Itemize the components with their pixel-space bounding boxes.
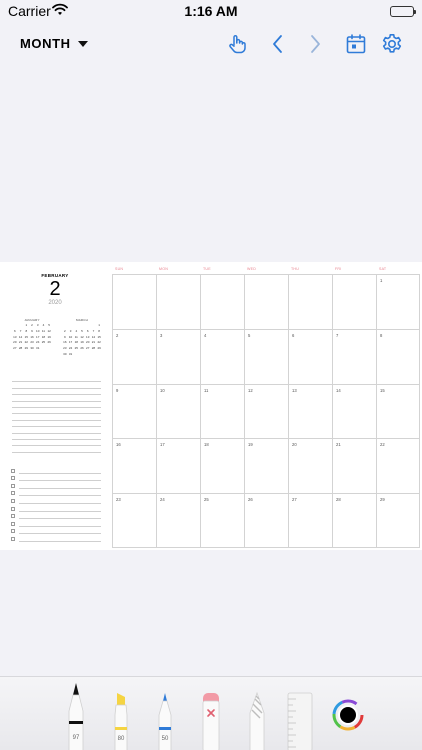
mini-calendar-day[interactable]: 8 — [96, 329, 102, 333]
todo-line — [19, 519, 101, 527]
todo-checkbox[interactable] — [11, 468, 15, 473]
mini-calendar-previous[interactable]: JANUARY 1 2 3 4 5 6 7 8 9 10 11 12 13 14 15 16 17 18 19 20 2… — [12, 318, 52, 350]
fineliner-size-label: 50 — [161, 736, 169, 742]
day-number: 2 — [49, 278, 61, 300]
mini-calendar-previous-title: JANUARY — [24, 318, 40, 322]
month-grid-border — [112, 274, 420, 548]
planner-sidebar: FEBRUARY 2 2020 JANUARY 1 2 3 4 5 6 7 8 9 10 11 12 1… — [0, 262, 110, 550]
todo-row — [11, 519, 101, 527]
todo-line — [19, 481, 101, 489]
calendar-today-icon[interactable] — [344, 32, 368, 56]
todo-line — [19, 512, 101, 520]
todo-row — [11, 512, 101, 520]
todo-line — [19, 504, 101, 512]
planner-page[interactable]: FEBRUARY 2 2020 JANUARY 1 2 3 4 5 6 7 8 9 10 11 12 1… — [0, 262, 422, 550]
todo-line — [19, 466, 101, 474]
todo-row — [11, 474, 101, 482]
highlighter-tool[interactable]: 80 — [111, 691, 131, 750]
mini-calendar-day[interactable]: 26 — [46, 341, 52, 344]
weekday-label: SUN — [115, 267, 124, 271]
mini-calendar-day[interactable]: 1 — [96, 324, 102, 327]
year-label: 2020 — [48, 300, 62, 306]
eraser-tool[interactable] — [200, 691, 222, 750]
todo-checkbox[interactable] — [11, 536, 15, 541]
mini-calendar-day[interactable]: 22 — [96, 341, 102, 344]
todo-checkbox[interactable] — [11, 506, 15, 511]
weekday-header: SUN MON TUE WED THU FRI SAT — [112, 264, 420, 274]
mini-calendar-day[interactable]: 29 — [96, 347, 102, 350]
ruler-tool[interactable] — [286, 691, 314, 750]
todo-row — [11, 466, 101, 474]
mini-calendar-next-title: MARCH — [76, 318, 88, 322]
mini-calendar-day[interactable]: 12 — [46, 329, 52, 333]
highlighter-size-label: 80 — [117, 736, 125, 742]
todo-row — [11, 496, 101, 504]
todo-checkbox[interactable] — [11, 476, 15, 481]
todo-line — [19, 534, 101, 542]
lasso-tool[interactable] — [246, 691, 268, 750]
weekday-label: FRI — [335, 267, 342, 271]
pen-size-label: 97 — [72, 735, 80, 741]
note-line — [12, 446, 101, 453]
todo-line — [19, 474, 101, 482]
notes-area[interactable] — [12, 376, 101, 453]
todo-line — [19, 496, 101, 504]
todo-checkbox[interactable] — [11, 483, 15, 488]
mini-calendar-previous-grid: 1 2 3 4 5 6 7 8 9 10 11 12 13 14 15 16 17 18 19 20 21 22 23 24 2… — [12, 324, 52, 350]
weekday-label: WED — [247, 267, 256, 271]
fineliner-tool[interactable]: 50 — [155, 691, 175, 750]
mini-calendar-next-grid: 1 2 3 4 5 6 7 8 9 10 11 12 13 14 15 16 17 18 19 20 21 22 23 24 2… — [62, 324, 102, 356]
todo-row — [11, 534, 101, 542]
view-mode-dropdown[interactable]: MONTH — [20, 36, 88, 51]
todo-row — [11, 481, 101, 489]
caret-down-icon — [77, 40, 88, 47]
gear-icon[interactable] — [380, 32, 404, 56]
chevron-left-icon[interactable] — [266, 32, 290, 56]
todo-line — [19, 527, 101, 535]
todo-list[interactable] — [11, 466, 101, 542]
mini-calendar-day[interactable]: 19 — [46, 335, 52, 339]
todo-checkbox[interactable] — [11, 491, 15, 496]
todo-checkbox[interactable] — [11, 521, 15, 526]
mini-calendar-day[interactable]: 5 — [46, 324, 52, 327]
todo-row — [11, 527, 101, 535]
clock-time: 1:16 AM — [184, 3, 238, 19]
touch-hand-icon[interactable] — [225, 32, 249, 56]
status-bar: Carrier 1:16 AM — [0, 0, 422, 24]
mini-calendar-next[interactable]: MARCH 1 2 3 4 5 6 7 8 9 10 11 12 13 14 15 16 17 18 19 20 21 2… — [62, 318, 102, 356]
tool-tray: 97 80 50 — [0, 676, 422, 750]
todo-checkbox[interactable] — [11, 498, 15, 503]
top-toolbar: MONTH — [0, 28, 422, 60]
chevron-right-icon[interactable] — [303, 32, 327, 56]
month-grid: SUN MON TUE WED THU FRI SAT 1 2 3 4 5 6 7 8 9 10 11 12 13 1… — [112, 264, 420, 548]
pen-tool[interactable]: 97 — [66, 681, 86, 750]
weekday-label: THU — [291, 267, 299, 271]
todo-row — [11, 504, 101, 512]
color-picker-tool[interactable] — [332, 699, 364, 731]
todo-checkbox[interactable] — [11, 514, 15, 519]
mini-calendar-day[interactable]: 31 — [35, 347, 41, 350]
weekday-label: MON — [159, 267, 168, 271]
todo-line — [19, 489, 101, 497]
todo-row — [11, 489, 101, 497]
mini-calendar-day[interactable]: 31 — [68, 352, 74, 356]
weekday-label: TUE — [203, 267, 211, 271]
mini-calendar-day[interactable]: 15 — [96, 335, 102, 339]
todo-checkbox[interactable] — [11, 529, 15, 534]
battery-icon — [390, 6, 416, 17]
view-mode-label: MONTH — [20, 36, 71, 51]
weekday-label: SAT — [379, 267, 387, 271]
